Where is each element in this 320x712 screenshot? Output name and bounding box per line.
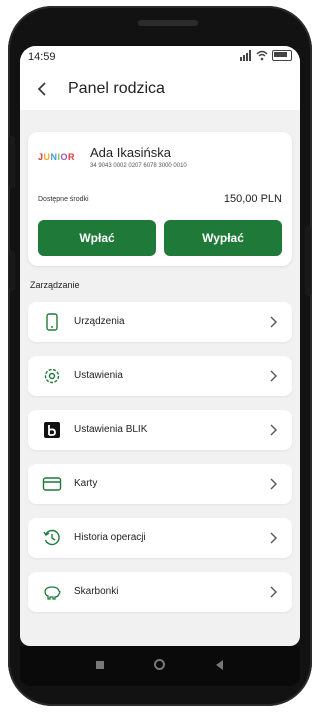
page-title: Panel rodzica: [68, 80, 165, 97]
blik-icon: [44, 422, 60, 438]
section-label: Zarządzanie: [30, 280, 80, 290]
menu-item-blik-settings[interactable]: Ustawienia BLIK: [28, 410, 292, 450]
menu-item-label: Historia operacji: [74, 532, 146, 543]
android-nav-bar: [20, 646, 300, 686]
gear-icon: [44, 368, 60, 384]
menu-item-cards[interactable]: Karty: [28, 464, 292, 504]
volume-button: [9, 136, 15, 188]
menu-item-settings[interactable]: Ustawienia: [28, 356, 292, 396]
funds-value: 150,00 PLN: [223, 193, 282, 205]
junior-logo: JUNIOR: [38, 152, 76, 162]
menu-item-label: Ustawienia BLIK: [74, 424, 148, 435]
home-icon[interactable]: [154, 659, 165, 670]
history-icon: [43, 529, 60, 546]
status-icons: [240, 50, 292, 61]
menu-item-label: Karty: [74, 478, 98, 489]
signal-icon: [240, 50, 251, 61]
header: Panel rodzica: [20, 68, 300, 110]
chevron-right-icon: [270, 586, 277, 598]
chevron-right-icon: [270, 532, 277, 544]
withdraw-button[interactable]: Wypłać: [164, 220, 282, 256]
menu-item-history[interactable]: Historia operacji: [28, 518, 292, 558]
power-button: [305, 226, 311, 296]
menu-item-label: Skarbonki: [74, 586, 119, 597]
funds-label: Dostępne środki: [38, 196, 89, 203]
phone-icon: [46, 313, 58, 331]
side-button: [9, 251, 15, 291]
menu-item-piggy-banks[interactable]: Skarbonki: [28, 572, 292, 612]
chevron-left-icon[interactable]: [34, 80, 52, 98]
chevron-right-icon: [270, 478, 277, 490]
menu-item-label: Urządzenia: [74, 316, 125, 327]
menu-item-devices[interactable]: Urządzenia: [28, 302, 292, 342]
battery-icon: [272, 50, 292, 61]
chevron-right-icon: [270, 370, 277, 382]
account-card[interactable]: JUNIOR Ada Ikasińska 34 9043 0002 0207 6…: [28, 132, 292, 266]
piggy-bank-icon: [44, 586, 61, 600]
chevron-right-icon: [270, 316, 277, 328]
card-icon: [42, 477, 62, 491]
back-icon[interactable]: [216, 660, 223, 670]
status-bar: 14:59: [20, 46, 300, 68]
screen: 14:59 Panel rodzica JUNIOR Ada Ikasińska…: [20, 46, 300, 646]
chevron-right-icon: [270, 424, 277, 436]
deposit-button[interactable]: Wpłać: [38, 220, 156, 256]
status-time: 14:59: [28, 51, 56, 63]
wifi-icon: [256, 50, 268, 61]
account-name: Ada Ikasińska: [90, 145, 171, 160]
menu-item-label: Ustawienia: [74, 370, 123, 381]
account-number: 34 9043 0002 0207 6078 3000 0010: [90, 163, 187, 169]
speaker-grille: [138, 20, 198, 26]
recent-apps-icon[interactable]: [96, 661, 104, 669]
